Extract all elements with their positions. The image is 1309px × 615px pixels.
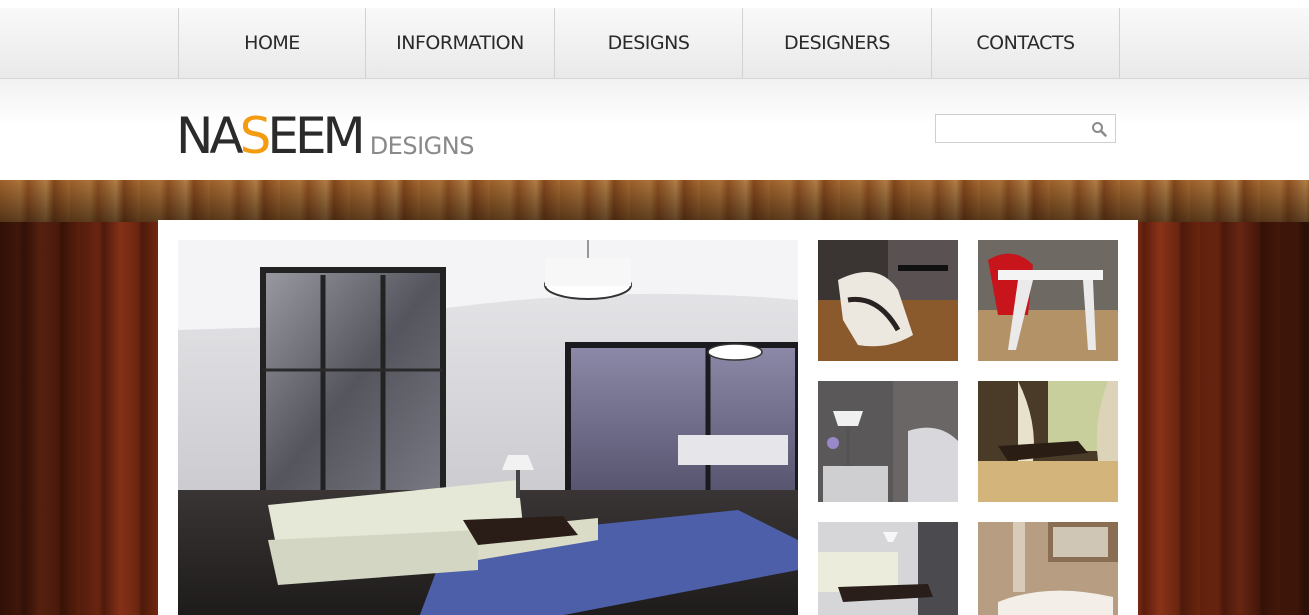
logo-accent-letter: S (239, 107, 272, 165)
main-nav: HOME INFORMATION DESIGNS DESIGNERS CONTA… (0, 8, 1309, 79)
thumbnail-6[interactable] (978, 522, 1118, 615)
living-room-sofa-photo (818, 522, 958, 615)
curtained-window-chaise-photo (978, 381, 1118, 502)
logo-part-2: EEM (267, 107, 365, 165)
site-header: NASEEM DESIGNS (0, 79, 1309, 180)
top-strip (0, 0, 1309, 8)
search-icon[interactable] (1091, 121, 1107, 137)
nav-contacts[interactable]: CONTACTS (931, 8, 1120, 78)
thumbnail-3[interactable] (818, 381, 958, 502)
white-lounge-chair-photo (818, 240, 958, 361)
nav-home[interactable]: HOME (178, 8, 365, 78)
page: HOME INFORMATION DESIGNS DESIGNERS CONTA… (0, 0, 1309, 615)
hero-image[interactable] (178, 240, 798, 615)
nav-information[interactable]: INFORMATION (365, 8, 554, 78)
bedroom-lamp-photo (818, 381, 958, 502)
gallery-panel (158, 220, 1138, 615)
thumbnail-2[interactable] (978, 240, 1118, 361)
logo-wordmark: NASEEM (176, 111, 366, 161)
thumbnail-4[interactable] (978, 381, 1118, 502)
search-input[interactable] (936, 115, 1098, 142)
logo-part-1: NA (176, 107, 244, 165)
red-chair-white-table-photo (978, 240, 1118, 361)
wood-top-band (0, 180, 1309, 222)
thumbnail-5[interactable] (818, 522, 958, 615)
search-box (935, 114, 1116, 143)
nav-designers[interactable]: DESIGNERS (742, 8, 931, 78)
nav-items: HOME INFORMATION DESIGNS DESIGNERS CONTA… (178, 8, 1120, 78)
thumbnail-1[interactable] (818, 240, 958, 361)
marble-bathroom-photo (978, 522, 1118, 615)
nav-designs[interactable]: DESIGNS (554, 8, 742, 78)
logo-tagline: DESIGNS (369, 132, 475, 160)
site-logo[interactable]: NASEEM DESIGNS (176, 101, 474, 161)
living-room-photo (178, 240, 798, 615)
